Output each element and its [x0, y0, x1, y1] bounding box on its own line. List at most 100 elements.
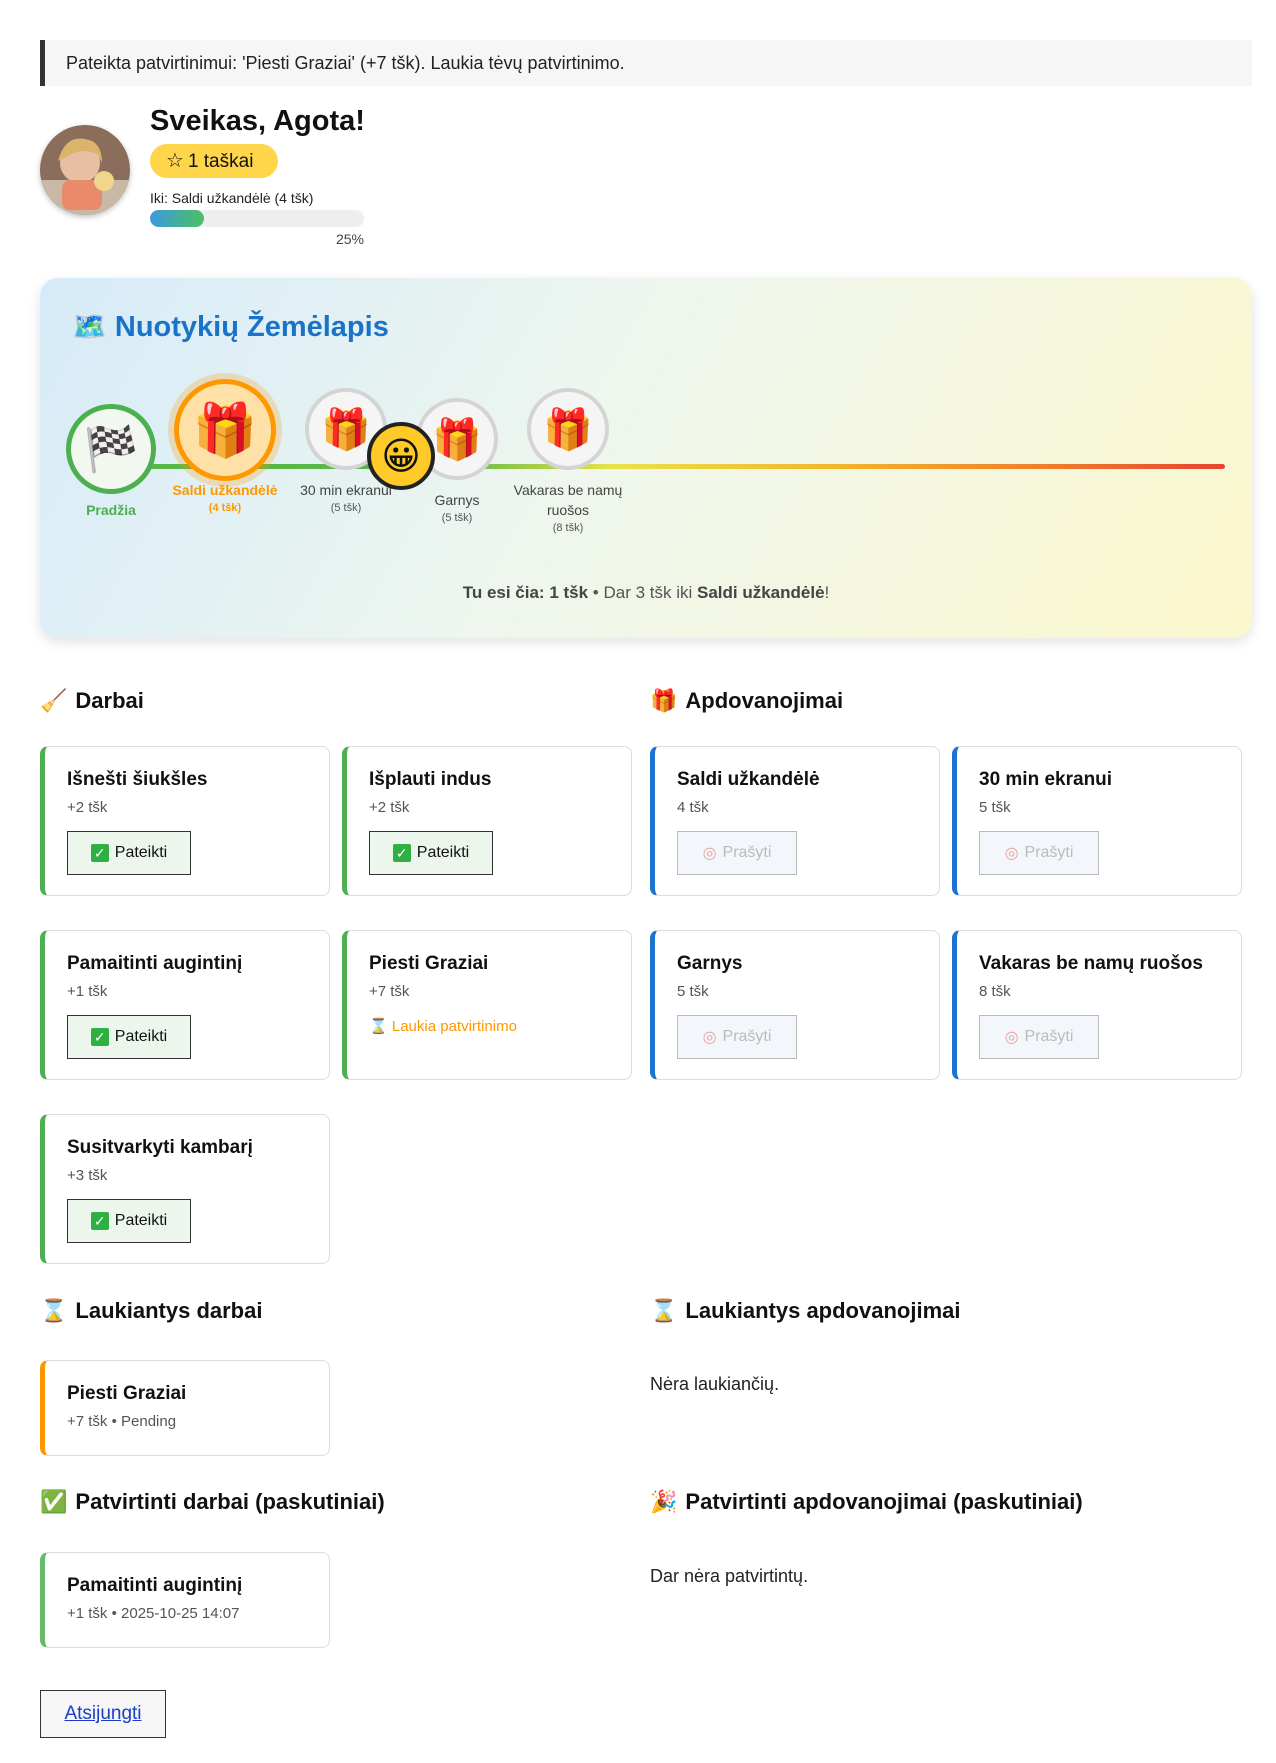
rewards-title-text: Apdovanojimai: [685, 688, 844, 713]
node-points: (4 tšk): [208, 502, 242, 514]
chore-card: Piesti Graziai +7 tšk ⌛ Laukia patvirtin…: [342, 930, 632, 1080]
reward-card: Vakaras be namų ruošos 8 tšk ◎ Prašyti: [952, 930, 1242, 1080]
pending-chore-title: Piesti Graziai: [67, 1383, 187, 1404]
chore-card: Susitvarkyti kambarį +3 tšk ✓ Pateikti: [40, 1114, 330, 1264]
request-label: Prašyti: [722, 844, 772, 861]
chore-title: Išplauti indus: [369, 769, 492, 790]
reward-title: Garnys: [677, 953, 743, 974]
chore-card: Pamaitinti augintinį +1 tšk ✓ Pateikti: [40, 930, 330, 1080]
node-name: Garnys: [434, 492, 480, 508]
pending-chore-card: Piesti Graziai +7 tšk • Pending: [40, 1360, 330, 1456]
smiley-face-icon: 😀: [367, 422, 435, 490]
submit-label: Pateikti: [114, 844, 168, 861]
pending-rewards-title-text: Laukiantys apdovanojimai: [685, 1298, 961, 1323]
reward-title: 30 min ekranui: [979, 769, 1113, 790]
reward-points: 8 tšk: [979, 983, 1011, 1000]
logout-label[interactable]: Atsijungti: [64, 1703, 141, 1725]
broom-icon: 🧹: [40, 688, 68, 713]
node-points: (5 tšk): [441, 512, 473, 524]
approved-chore-title: Pamaitinti augintinį: [67, 1575, 243, 1596]
approved-rewards-title: 🎉 Patvirtinti apdovanojimai (paskutiniai): [650, 1489, 1083, 1515]
request-button[interactable]: ◎ Prašyti: [979, 1015, 1099, 1059]
gift-icon[interactable]: 🎁: [174, 379, 276, 481]
chore-points: +7 tšk: [369, 983, 410, 1000]
status-target: Saldi užkandėlė: [697, 583, 825, 602]
gift-icon[interactable]: 🎁: [527, 388, 609, 470]
submit-label: Pateikti: [114, 1028, 168, 1045]
status-prefix: Tu esi čia: 1 tšk: [462, 583, 589, 602]
submit-label: Pateikti: [416, 844, 470, 861]
approved-chore-meta: +1 tšk • 2025-10-25 14:07: [67, 1605, 240, 1622]
check-mark-icon: ✅: [40, 1489, 68, 1514]
target-icon: ◎: [702, 845, 717, 862]
pending-chore-meta: +7 tšk • Pending: [67, 1413, 177, 1430]
request-button[interactable]: ◎ Prašyti: [677, 1015, 797, 1059]
chore-card: Išplauti indus +2 tšk ✓ Pateikti: [342, 746, 632, 896]
approved-rewards-empty: Dar nėra patvirtintų.: [650, 1566, 809, 1586]
request-button[interactable]: ◎ Prašyti: [677, 831, 797, 875]
map-title-text: Nuotykių Žemėlapis: [114, 311, 389, 343]
flash-message: Pateikta patvirtinimui: 'Piesti Graziai'…: [40, 40, 1252, 86]
star-icon: ☆: [166, 150, 184, 172]
flag-icon: 🏁: [66, 404, 156, 494]
submit-button[interactable]: ✓ Pateikti: [369, 831, 493, 875]
map-node-label: Garnys (5 tšk): [397, 490, 517, 526]
progress-label: Iki: Saldi užkandėlė (4 tšk): [150, 190, 314, 206]
submit-label: Pateikti: [114, 1212, 168, 1229]
chore-points: +1 tšk: [67, 983, 108, 1000]
map-status: Tu esi čia: 1 tšk • Dar 3 tšk iki Saldi …: [40, 583, 1252, 603]
chores-title: 🧹 Darbai: [40, 688, 144, 714]
rewards-title: 🎁 Apdovanojimai: [650, 688, 843, 714]
reward-points: 4 tšk: [677, 799, 709, 816]
pending-chores-title: ⌛ Laukiantys darbai: [40, 1298, 262, 1324]
chore-title: Susitvarkyti kambarį: [67, 1137, 253, 1158]
party-popper-icon: 🎉: [650, 1489, 678, 1514]
pending-chores-title-text: Laukiantys darbai: [75, 1298, 263, 1323]
check-icon: ✓: [392, 844, 411, 862]
chore-title: Piesti Graziai: [369, 953, 489, 974]
request-label: Prašyti: [1024, 1028, 1074, 1045]
approved-chores-title-text: Patvirtinti darbai (paskutiniai): [75, 1489, 385, 1514]
target-icon: ◎: [702, 1029, 717, 1046]
map-node-label: Saldi užkandėlė (4 tšk): [165, 480, 285, 516]
adventure-map: 🗺️ Nuotykių Žemėlapis 🏁 Pradžia 🎁 Saldi u…: [40, 278, 1252, 638]
progress-bar: [150, 210, 364, 227]
approved-rewards-title-text: Patvirtinti apdovanojimai (paskutiniai): [685, 1489, 1083, 1514]
node-points: (8 tšk): [552, 522, 584, 534]
map-title: 🗺️ Nuotykių Žemėlapis: [72, 310, 389, 344]
hourglass-icon: ⌛: [40, 1298, 68, 1323]
pending-rewards-title: ⌛ Laukiantys apdovanojimai: [650, 1298, 960, 1324]
map-node-label: Pradžia: [86, 502, 136, 518]
reward-points: 5 tšk: [677, 983, 709, 1000]
target-icon: ◎: [1004, 845, 1019, 862]
map-node-label: Vakaras be namų ruošos (8 tšk): [508, 480, 628, 536]
waiting-label: Laukia patvirtinimo: [391, 1018, 517, 1035]
node-points: (5 tšk): [330, 502, 362, 514]
chores-title-text: Darbai: [75, 688, 144, 713]
chore-points: +3 tšk: [67, 1167, 108, 1184]
progress-fill: [150, 210, 204, 227]
reward-card: 30 min ekranui 5 tšk ◎ Prašyti: [952, 746, 1242, 896]
progress-percent: 25%: [335, 231, 364, 247]
waiting-status: ⌛ Laukia patvirtinimo: [369, 1017, 517, 1035]
chore-card: Išnešti šiukšles +2 tšk ✓ Pateikti: [40, 746, 330, 896]
request-button[interactable]: ◎ Prašyti: [979, 831, 1099, 875]
chore-title: Pamaitinti augintinį: [67, 953, 243, 974]
chore-points: +2 tšk: [369, 799, 410, 816]
submit-button[interactable]: ✓ Pateikti: [67, 831, 191, 875]
submit-button[interactable]: ✓ Pateikti: [67, 1199, 191, 1243]
node-name: Saldi užkandėlė: [172, 482, 278, 498]
status-mid: • Dar 3 tšk iki: [588, 583, 697, 602]
map-icon: 🗺️: [72, 311, 107, 342]
node-name: Vakaras be namų ruošos: [513, 482, 623, 518]
reward-card: Saldi užkandėlė 4 tšk ◎ Prašyti: [650, 746, 940, 896]
reward-card: Garnys 5 tšk ◎ Prašyti: [650, 930, 940, 1080]
submit-button[interactable]: ✓ Pateikti: [67, 1015, 191, 1059]
request-label: Prašyti: [722, 1028, 772, 1045]
pending-rewards-empty: Nėra laukiančių.: [650, 1374, 780, 1394]
request-label: Prašyti: [1024, 844, 1074, 861]
reward-title: Saldi užkandėlė: [677, 769, 820, 790]
target-icon: ◎: [1004, 1029, 1019, 1046]
logout-button[interactable]: Atsijungti: [40, 1690, 166, 1738]
greeting: Sveikas, Agota!: [150, 105, 365, 137]
